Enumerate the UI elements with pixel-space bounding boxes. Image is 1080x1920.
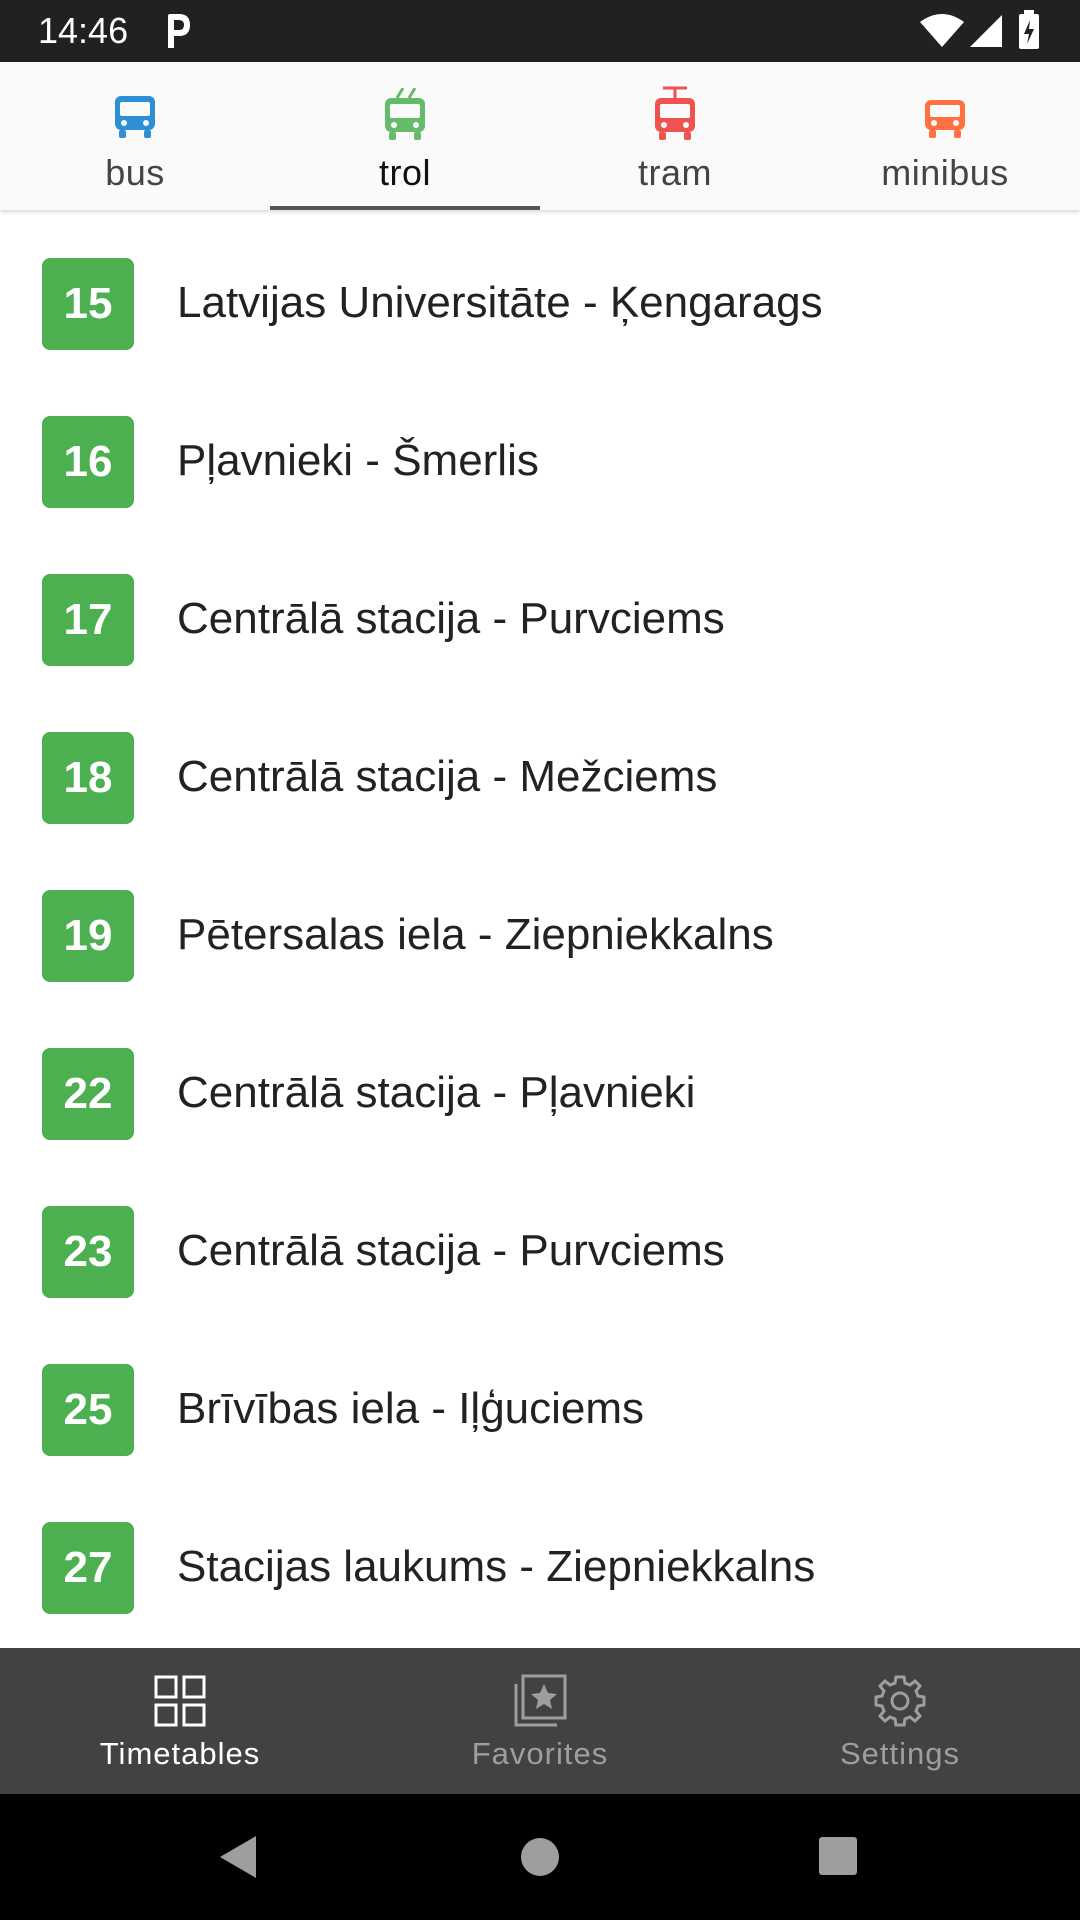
route-number-badge: 16 — [42, 416, 134, 508]
wifi-icon — [920, 14, 964, 47]
star-collection-icon — [514, 1674, 567, 1727]
route-name: Brīvības iela - Iļģuciems — [177, 1384, 645, 1433]
route-row-15[interactable]: 15 Latvijas Universitāte - Ķengarags — [0, 212, 1080, 370]
nav-label: Timetables — [99, 1736, 261, 1771]
route-number-badge: 23 — [42, 1206, 134, 1298]
gear-icon — [874, 1675, 926, 1727]
tab-minibus[interactable]: minibus — [810, 62, 1080, 210]
route-name: Pļavnieki - Šmerlis — [177, 436, 539, 485]
route-name: Centrālā stacija - Pļavnieki — [177, 1068, 696, 1117]
tab-bus[interactable]: bus — [0, 62, 270, 210]
recents-icon[interactable] — [817, 1794, 859, 1920]
nav-favorites[interactable]: Favorites — [360, 1648, 720, 1794]
parking-notification-icon — [168, 14, 190, 48]
route-row-23[interactable]: 23 Centrālā stacija - Purvciems — [0, 1160, 1080, 1318]
route-name: Latvijas Universitāte - Ķengarags — [177, 278, 823, 327]
home-icon[interactable] — [520, 1794, 560, 1920]
route-row-27[interactable]: 27 Stacijas laukums - Ziepniekkalns — [0, 1476, 1080, 1634]
status-bar: 14:46 — [0, 0, 1080, 62]
battery-charging-icon — [1019, 10, 1039, 49]
tab-label: trol — [378, 152, 431, 193]
tab-trol[interactable]: trol — [270, 62, 540, 210]
route-number-badge: 25 — [42, 1364, 134, 1456]
tab-label: bus — [105, 152, 165, 193]
clock: 14:46 — [38, 10, 129, 51]
grid-icon — [154, 1675, 206, 1727]
minibus-icon — [925, 100, 965, 138]
route-row-19[interactable]: 19 Pētersalas iela - Ziepniekkalns — [0, 844, 1080, 1002]
active-tab-indicator — [270, 206, 540, 210]
route-row-22[interactable]: 22 Centrālā stacija - Pļavnieki — [0, 1002, 1080, 1160]
bottom-navigation: Timetables Favorites Settings — [0, 1648, 1080, 1794]
route-number-badge: 19 — [42, 890, 134, 982]
nav-label: Favorites — [471, 1736, 609, 1771]
route-number-badge: 18 — [42, 732, 134, 824]
route-name: Centrālā stacija - Purvciems — [177, 594, 725, 643]
route-list: 15 Latvijas Universitāte - Ķengarags 16 … — [0, 212, 1080, 1648]
nav-label: Settings — [839, 1736, 960, 1771]
nav-timetables[interactable]: Timetables — [0, 1648, 360, 1794]
route-row-17[interactable]: 17 Centrālā stacija - Purvciems — [0, 528, 1080, 686]
tab-label: tram — [638, 152, 712, 193]
back-icon[interactable] — [216, 1794, 260, 1920]
nav-settings[interactable]: Settings — [720, 1648, 1080, 1794]
tab-label: minibus — [881, 152, 1009, 193]
system-navigation-bar — [0, 1794, 1080, 1920]
trolleybus-icon — [385, 88, 425, 140]
tram-icon — [655, 86, 695, 140]
route-number-badge: 15 — [42, 258, 134, 350]
route-row-18[interactable]: 18 Centrālā stacija - Mežciems — [0, 686, 1080, 844]
route-name: Pētersalas iela - Ziepniekkalns — [177, 910, 774, 959]
transport-tabs: bus trol tram minibus — [0, 62, 1080, 210]
route-name: Centrālā stacija - Purvciems — [177, 1226, 725, 1275]
route-number-badge: 27 — [42, 1522, 134, 1614]
route-row-25[interactable]: 25 Brīvības iela - Iļģuciems — [0, 1318, 1080, 1476]
route-name: Stacijas laukums - Ziepniekkalns — [177, 1542, 816, 1591]
cell-signal-icon — [970, 15, 1002, 47]
route-name: Centrālā stacija - Mežciems — [177, 752, 718, 801]
tab-tram[interactable]: tram — [540, 62, 810, 210]
route-number-badge: 17 — [42, 574, 134, 666]
route-row-16[interactable]: 16 Pļavnieki - Šmerlis — [0, 370, 1080, 528]
route-number-badge: 22 — [42, 1048, 134, 1140]
bus-icon — [115, 96, 155, 138]
